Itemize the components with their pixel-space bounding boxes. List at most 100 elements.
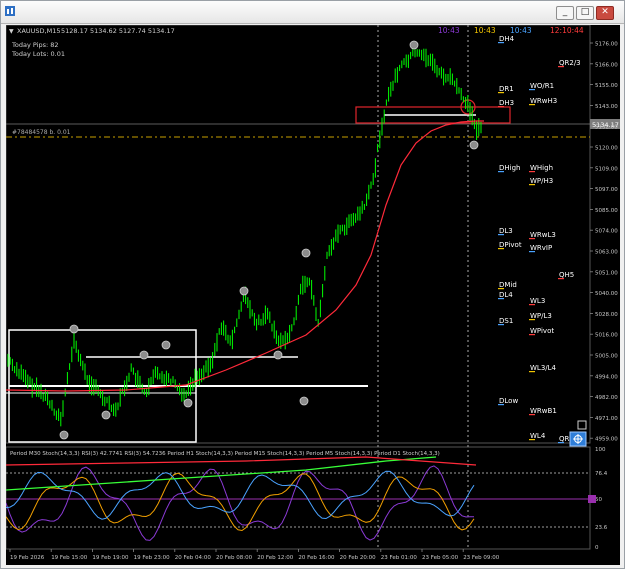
pivot-label: DMid — [499, 281, 517, 289]
indicator-header: Period M30 Stoch(14,3,3) RSI(3) 42.7741 … — [10, 451, 440, 457]
price-tick-label: 5132.00 — [595, 125, 618, 131]
timer-label: 12:10:44 — [550, 26, 584, 35]
pivot-labels: DH4 QR2/3 DR1 WO/R1 DH3 WRwH3 DHigh WHigh WP/H3 D… — [498, 35, 581, 444]
title-bar[interactable]: _ □ ✕ — [1, 1, 624, 24]
app-icon — [5, 6, 15, 16]
price-tick-label: 5097.00 — [595, 187, 618, 193]
indicator-axis: 100 76.4 50 23.6 0 — [595, 447, 608, 551]
minimize-button[interactable]: _ — [556, 6, 574, 20]
pivot-label: WRwB1 — [530, 407, 557, 415]
pivot-label: DHigh — [499, 164, 520, 172]
time-tick-label: 19 Feb 2026 — [10, 555, 45, 561]
time-tick-label: 19 Feb 23:00 — [134, 555, 171, 561]
time-tick-label: 23 Feb 01:00 — [381, 555, 418, 561]
pivot-label: DS1 — [499, 317, 513, 325]
pivot-label: WPivot — [530, 327, 554, 335]
pivot-label: WL4 — [530, 432, 546, 440]
order-line-label: #78484578 b. 0.01 — [12, 129, 71, 136]
price-tick-label: 5040.00 — [595, 291, 618, 297]
swing-marker — [273, 350, 283, 360]
scroll-box[interactable] — [577, 420, 587, 430]
pivot-label: WO/R1 — [530, 82, 554, 90]
indicator-tick-label: 23.6 — [595, 525, 608, 531]
time-tick-label: 20 Feb 04:00 — [175, 555, 212, 561]
pivot-label: DLow — [499, 397, 518, 405]
timer-label: 10:43 — [510, 26, 532, 35]
info-line: Today Pips: 82 — [11, 41, 59, 49]
time-tick-label: 20 Feb 08:00 — [216, 555, 253, 561]
price-chart[interactable]: ▼ XAUUSD,M15 5128.17 5134.62 5127.74 513… — [5, 24, 620, 565]
price-tick-label: 5176.00 — [595, 42, 618, 48]
indicator-tick-label: 50 — [595, 497, 602, 503]
close-button[interactable]: ✕ — [596, 6, 614, 20]
price-tick-label: 5016.00 — [595, 333, 618, 339]
pivot-label: WP/L3 — [530, 312, 552, 320]
chart-area[interactable]: ▼ XAUUSD,M15 5128.17 5134.62 5127.74 513… — [5, 24, 620, 565]
pivot-label: WRwH3 — [530, 97, 557, 105]
time-tick-label: 19 Feb 19:00 — [92, 555, 129, 561]
swing-marker — [69, 324, 79, 334]
price-tick-label: 5143.00 — [595, 104, 618, 110]
pivot-label: DH4 — [499, 35, 515, 43]
moving-average-line — [5, 120, 484, 392]
time-tick-label: 20 Feb 16:00 — [298, 555, 335, 561]
pivot-label: WL3/L4 — [530, 364, 557, 372]
swing-marker — [299, 396, 309, 406]
price-tick-label: 4971.00 — [595, 416, 618, 422]
candle-series — [7, 48, 482, 427]
pivot-label: WHigh — [530, 164, 553, 172]
maximize-button[interactable]: □ — [576, 6, 594, 20]
pivot-label: DH3 — [499, 99, 514, 107]
price-tick-label: 5120.00 — [595, 146, 618, 152]
price-tick-label: 5074.00 — [595, 229, 618, 235]
time-tick-label: 19 Feb 15:00 — [51, 555, 88, 561]
swing-marker — [101, 410, 111, 420]
pivot-label: WP/H3 — [530, 177, 553, 185]
pivot-label: QH5 — [559, 271, 574, 279]
indicator-tick-label: 100 — [595, 447, 606, 453]
swing-markers — [59, 40, 479, 440]
pivot-label: DPivot — [499, 241, 522, 249]
price-tick-label: 4959.00 — [595, 437, 618, 443]
maximize-icon: □ — [580, 7, 590, 17]
price-tick-label: 5085.00 — [595, 208, 618, 214]
indicator-tick-label: 0 — [595, 545, 599, 551]
timer-label: 10:43 — [474, 26, 496, 35]
price-tick-label: 5155.00 — [595, 83, 618, 89]
swing-marker — [301, 248, 311, 258]
time-tick-label: 23 Feb 05:00 — [422, 555, 459, 561]
price-tick-label: 5028.00 — [595, 312, 618, 318]
close-icon: ✕ — [601, 7, 609, 17]
timer-label: 10:43 — [438, 26, 460, 35]
minimize-icon: _ — [562, 7, 568, 17]
rsi-line — [5, 456, 477, 466]
price-tick-label: 5051.00 — [595, 270, 618, 276]
swing-marker — [183, 398, 193, 408]
price-axis: 5176.00 5166.00 5155.00 5143.00 5132.00 5120.… — [590, 42, 618, 443]
time-tick-label: 23 Feb 09:00 — [463, 555, 500, 561]
symbol-menu-icon[interactable]: ▼ — [9, 28, 14, 35]
price-tick-label: 5166.00 — [595, 62, 618, 68]
symbol-label: XAUUSD,M15 — [17, 27, 61, 35]
swing-marker — [239, 286, 249, 296]
pivot-label: DL3 — [499, 227, 513, 235]
price-tick-label: 5109.00 — [595, 166, 618, 172]
pivot-label: WRwL3 — [530, 231, 556, 239]
price-tick-label: 5005.00 — [595, 354, 618, 360]
swing-marker — [139, 350, 149, 360]
time-axis: 19 Feb 2026 19 Feb 15:00 19 Feb 19:00 19 Fe… — [9, 549, 500, 561]
indicator-panel-frame — [5, 446, 591, 550]
pivot-label: QR2/3 — [559, 59, 581, 67]
stoch-line — [5, 472, 475, 532]
swing-marker — [469, 140, 479, 150]
terminal-window: _ □ ✕ ▼ XAUUSD,M15 5128.17 5134.62 5127.… — [0, 0, 625, 569]
indicator-tick-label: 76.4 — [595, 471, 608, 477]
pivot-label: DR1 — [499, 85, 514, 93]
pivot-label: DL4 — [499, 291, 513, 299]
time-tick-label: 20 Feb 20:00 — [340, 555, 377, 561]
pivot-label: WRvIP — [530, 244, 552, 252]
info-line: Today Lots: 0.01 — [11, 50, 65, 58]
pivot-label: WL3 — [530, 297, 545, 305]
ohlc-readout: 5128.17 5134.62 5127.74 5134.17 — [61, 27, 175, 35]
swing-marker — [161, 340, 171, 350]
